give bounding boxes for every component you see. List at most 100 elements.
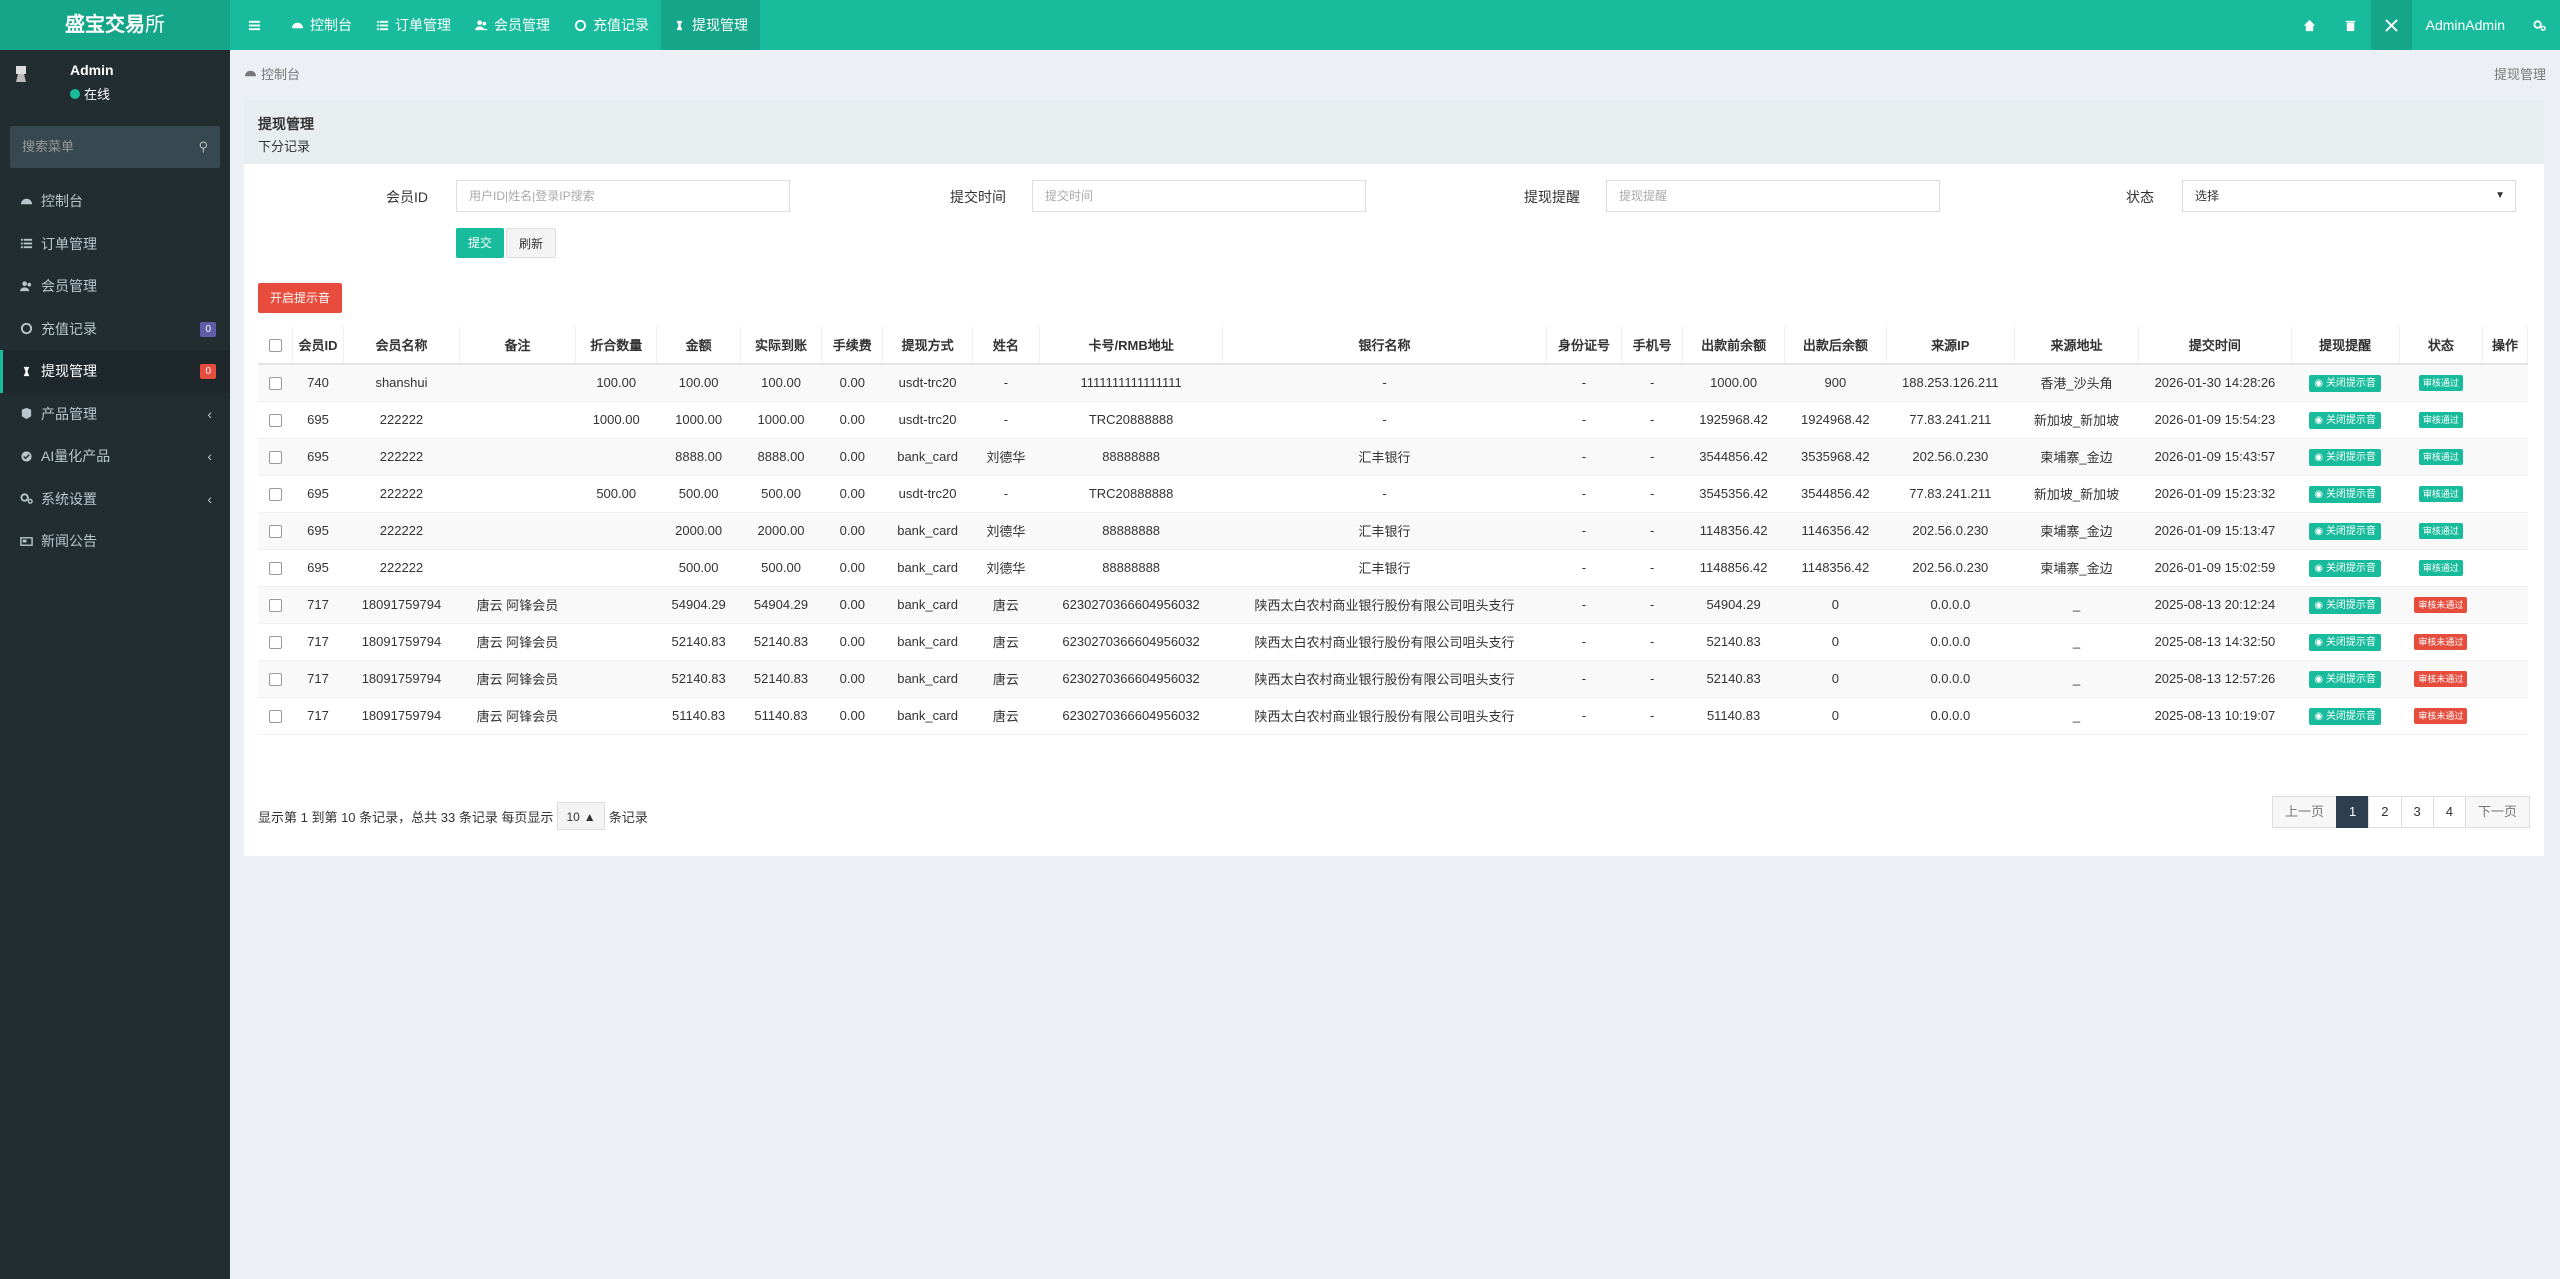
col-header[interactable]: 备注 bbox=[459, 326, 577, 365]
page-button-1[interactable]: 1 bbox=[2336, 796, 2370, 828]
top-nav-dashboard-label: 控制台 bbox=[310, 17, 352, 33]
row-checkbox[interactable] bbox=[268, 488, 282, 502]
sidebar-item-orders[interactable]: 订单管理 bbox=[0, 223, 230, 266]
sidebar-item-news[interactable]: 新闻公告 bbox=[0, 520, 230, 563]
col-header[interactable]: 姓名 bbox=[972, 326, 1041, 365]
table-row[interactable]: 695 222222 500.00 500.00 0.00 bank_card 刘德华 888… bbox=[258, 549, 2528, 587]
top-nav-orders[interactable]: 订单管理 bbox=[364, 0, 463, 50]
row-checkbox[interactable] bbox=[268, 710, 282, 724]
close-alert-sound-button[interactable]: ◉ 关闭提示音 bbox=[2309, 633, 2381, 651]
home-button[interactable] bbox=[2289, 0, 2330, 50]
top-nav-dashboard[interactable]: 控制台 bbox=[279, 0, 364, 50]
row-checkbox[interactable] bbox=[268, 562, 282, 576]
cell-card: 6230270366604956032 bbox=[1039, 623, 1223, 661]
clear-cache-button[interactable] bbox=[2330, 0, 2371, 50]
row-checkbox[interactable] bbox=[268, 377, 282, 391]
close-alert-sound-button[interactable]: ◉ 关闭提示音 bbox=[2309, 559, 2381, 577]
select-all-checkbox[interactable] bbox=[268, 339, 282, 353]
fullscreen-button[interactable] bbox=[2370, 0, 2412, 50]
col-header[interactable]: 提交时间 bbox=[2138, 326, 2292, 365]
col-header[interactable]: 出款前余额 bbox=[1682, 326, 1785, 365]
col-header[interactable]: 提现方式 bbox=[882, 326, 973, 365]
table-row[interactable]: 717 18091759794 唐云 阿锋会员 52140.83 52140.83 0.0… bbox=[258, 660, 2528, 698]
page-subtitle: 下分记录 bbox=[258, 139, 311, 154]
row-checkbox[interactable] bbox=[268, 636, 282, 650]
table-row[interactable]: 695 222222 1000.00 1000.00 1000.00 0.00 usdt-t… bbox=[258, 401, 2528, 439]
cell-amount: 54904.29 bbox=[656, 586, 741, 624]
sidebar-item-members[interactable]: 会员管理 bbox=[0, 265, 230, 308]
close-alert-sound-button[interactable]: ◉ 关闭提示音 bbox=[2309, 485, 2381, 503]
breadcrumb-home-link[interactable]: 控制台 bbox=[261, 64, 300, 83]
cell-id: 717 bbox=[292, 623, 344, 661]
table-row[interactable]: 717 18091759794 唐云 阿锋会员 52140.83 52140.83 0.0… bbox=[258, 623, 2528, 661]
withdraw-remind-input[interactable]: 提现提醒 bbox=[1606, 180, 1940, 212]
sidebar-item-settings[interactable]: 系统设置 ‹ bbox=[0, 478, 230, 521]
table-row[interactable]: 695 222222 8888.00 8888.00 0.00 bank_card 刘德华 8… bbox=[258, 438, 2528, 476]
sidebar-item-products[interactable]: 产品管理 ‹ bbox=[0, 393, 230, 436]
page-button-4[interactable]: 4 bbox=[2432, 796, 2466, 828]
user-menu-label: AdminAdmin bbox=[2425, 17, 2505, 33]
prev-page-button[interactable]: 上一页 bbox=[2272, 796, 2338, 828]
submit-button[interactable]: 提交 bbox=[456, 228, 505, 258]
refresh-button[interactable]: 刷新 bbox=[506, 228, 557, 258]
page-button-2[interactable]: 2 bbox=[2368, 796, 2402, 828]
close-alert-sound-button[interactable]: ◉ 关闭提示音 bbox=[2309, 448, 2381, 466]
col-header[interactable]: 手机号 bbox=[1621, 326, 1684, 365]
col-header[interactable]: 身份证号 bbox=[1546, 326, 1623, 365]
col-header[interactable]: 银行名称 bbox=[1222, 326, 1547, 365]
close-alert-sound-button[interactable]: ◉ 关闭提示音 bbox=[2309, 670, 2381, 688]
row-checkbox[interactable] bbox=[268, 451, 282, 465]
col-header[interactable]: 来源地址 bbox=[2014, 326, 2140, 365]
table-row[interactable]: 717 18091759794 唐云 阿锋会员 51140.83 51140.83 0.0… bbox=[258, 697, 2528, 735]
user-menu[interactable]: AdminAdmin bbox=[2412, 0, 2519, 50]
col-header[interactable]: 卡号/RMB地址 bbox=[1039, 326, 1224, 365]
col-header[interactable]: 出款后余额 bbox=[1784, 326, 1887, 365]
close-alert-sound-button[interactable]: ◉ 关闭提示音 bbox=[2309, 374, 2381, 392]
top-nav-recharge[interactable]: 充值记录 bbox=[562, 0, 661, 50]
sidebar-item-recharge[interactable]: 充值记录 0 bbox=[0, 308, 230, 351]
col-header[interactable]: 实际到账 bbox=[740, 326, 823, 365]
row-select-cell bbox=[258, 549, 293, 587]
close-alert-sound-button[interactable]: ◉ 关闭提示音 bbox=[2309, 707, 2381, 725]
sidebar-search-input[interactable]: 搜索菜单 ⚲ bbox=[10, 126, 220, 168]
col-header[interactable]: 状态 bbox=[2399, 326, 2484, 365]
row-checkbox[interactable] bbox=[268, 673, 282, 687]
table-row[interactable]: 717 18091759794 唐云 阿锋会员 54904.29 54904.29 0.0… bbox=[258, 586, 2528, 624]
top-nav-withdraw[interactable]: 提现管理 bbox=[661, 0, 760, 50]
cell-actual: 500.00 bbox=[740, 549, 822, 587]
close-alert-sound-button[interactable]: ◉ 关闭提示音 bbox=[2309, 522, 2381, 540]
col-header[interactable]: 会员ID bbox=[292, 326, 344, 365]
online-status-dot bbox=[70, 88, 80, 99]
brand-logo[interactable]: 盛宝交易所 bbox=[0, 0, 230, 50]
col-header[interactable]: 操作 bbox=[2482, 326, 2528, 365]
row-checkbox[interactable] bbox=[268, 525, 282, 539]
next-page-button[interactable]: 下一页 bbox=[2464, 796, 2530, 828]
col-header[interactable]: 会员名称 bbox=[343, 326, 460, 365]
page-button-3[interactable]: 3 bbox=[2400, 796, 2434, 828]
table-row[interactable]: 695 222222 2000.00 2000.00 0.00 bank_card 刘德华 8… bbox=[258, 512, 2528, 550]
close-alert-sound-button[interactable]: ◉ 关闭提示音 bbox=[2309, 596, 2381, 614]
row-checkbox[interactable] bbox=[268, 599, 282, 613]
sidebar-item-withdraw[interactable]: 提现管理 0 bbox=[0, 350, 230, 393]
page-size-select[interactable]: 10 ▲ bbox=[557, 802, 605, 830]
sidebar-item-ai-products[interactable]: AI量化产品 ‹ bbox=[0, 435, 230, 478]
member-id-input[interactable]: 用户ID|姓名|登录IP搜索 bbox=[456, 180, 790, 212]
submit-time-input[interactable]: 提交时间 bbox=[1032, 180, 1366, 212]
search-icon[interactable]: ⚲ bbox=[198, 126, 208, 168]
col-header[interactable]: 来源IP bbox=[1886, 326, 2015, 365]
settings-button[interactable] bbox=[2519, 0, 2560, 50]
col-header[interactable]: 金额 bbox=[656, 326, 741, 365]
top-nav-members[interactable]: 会员管理 bbox=[463, 0, 562, 50]
table-row[interactable]: 740 shanshui 100.00 100.00 100.00 0.00 usdt-tr… bbox=[258, 364, 2528, 402]
cell-before: 1148356.42 bbox=[1682, 512, 1785, 550]
col-header[interactable]: 提现提醒 bbox=[2291, 326, 2400, 365]
sidebar-toggle-button[interactable] bbox=[230, 0, 279, 50]
close-alert-sound-button[interactable]: ◉ 关闭提示音 bbox=[2309, 411, 2381, 429]
status-select[interactable]: 选择 ▼ bbox=[2182, 180, 2516, 212]
enable-alert-sound-button[interactable]: 开启提示音 bbox=[258, 283, 343, 313]
sidebar-item-dashboard[interactable]: 控制台 bbox=[0, 180, 230, 223]
col-header[interactable]: 折合数量 bbox=[575, 326, 658, 365]
table-row[interactable]: 695 222222 500.00 500.00 500.00 0.00 usdt-trc2… bbox=[258, 475, 2528, 513]
row-checkbox[interactable] bbox=[268, 414, 282, 428]
col-header[interactable]: 手续费 bbox=[821, 326, 884, 365]
